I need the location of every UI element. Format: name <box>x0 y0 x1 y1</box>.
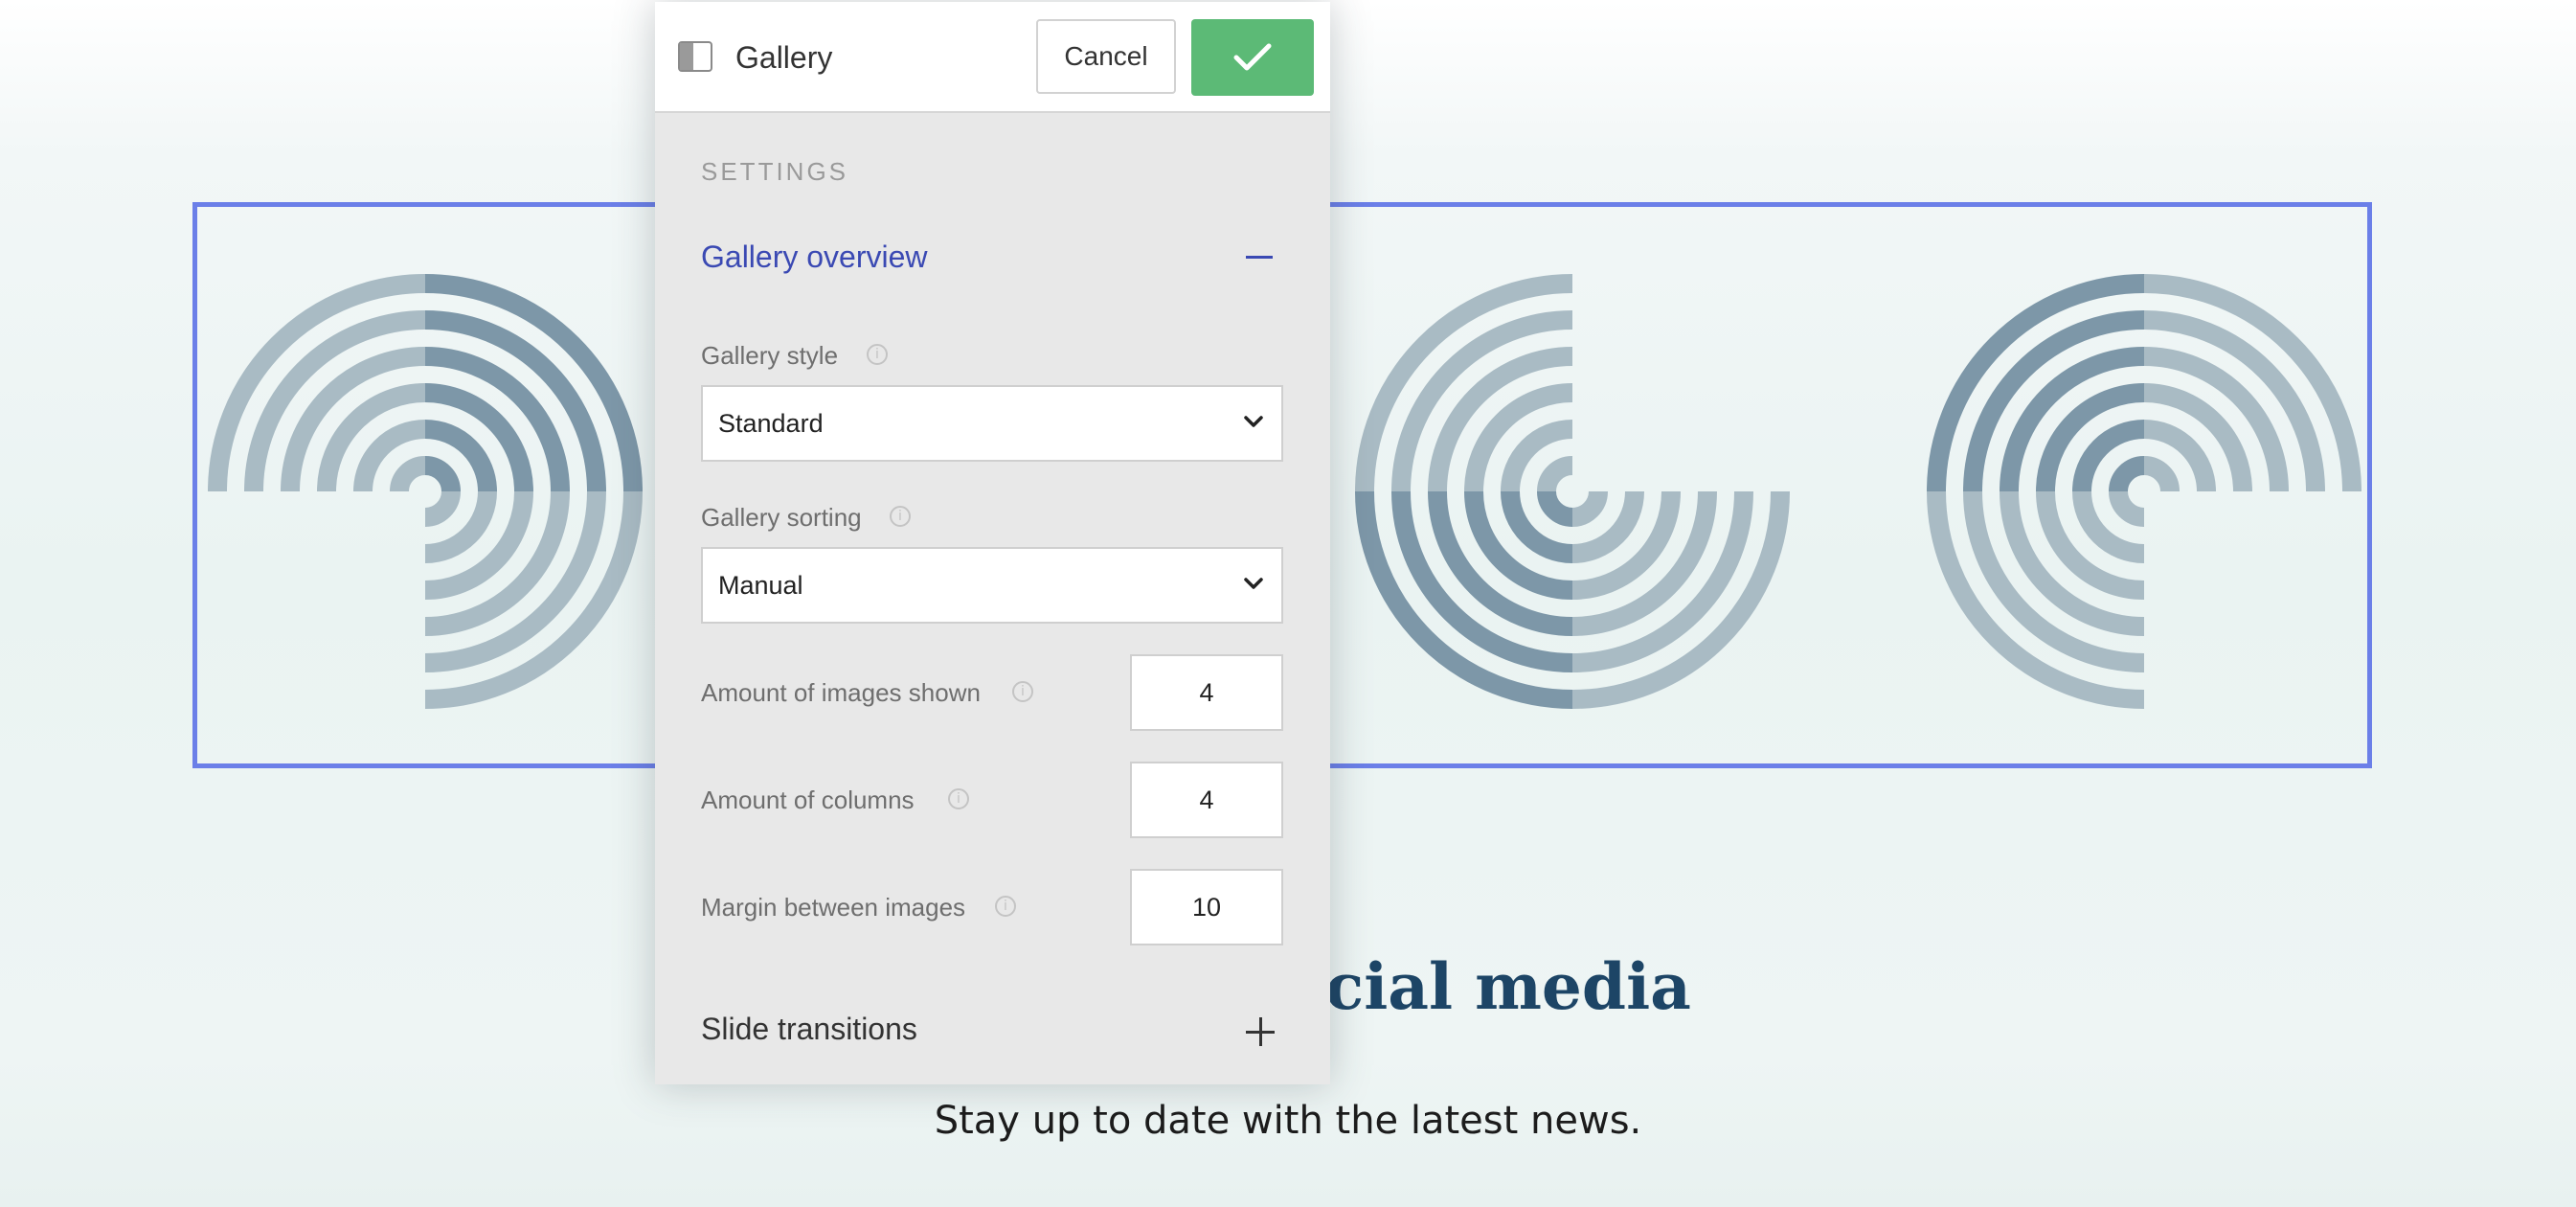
gallery-arc <box>1537 490 1573 527</box>
margin-input[interactable]: 10 <box>1130 869 1283 945</box>
gallery-arc <box>1571 490 1608 527</box>
images-shown-label: Amount of images shown <box>701 678 981 707</box>
gallery-sorting-label: Gallery sorting <box>701 503 862 532</box>
columns-input[interactable]: 4 <box>1130 762 1283 838</box>
gallery-arc <box>2143 456 2180 492</box>
chevron-down-icon <box>1244 416 1263 427</box>
gallery-arc <box>390 456 426 492</box>
cancel-button[interactable]: Cancel <box>1036 19 1176 94</box>
margin-label: Margin between images <box>701 893 966 922</box>
info-icon[interactable]: i <box>995 896 1016 917</box>
chevron-down-icon <box>1244 578 1263 589</box>
gallery-arc <box>424 490 461 527</box>
panel-header: Gallery Cancel <box>655 2 1330 113</box>
social-media-heading: ocial media <box>1283 949 1691 1024</box>
settings-section-label: SETTINGS <box>701 157 849 186</box>
info-icon[interactable]: i <box>867 344 888 365</box>
gallery-sorting-select[interactable]: Manual <box>701 547 1283 624</box>
gallery-arc <box>424 456 461 492</box>
slide-transitions-header[interactable]: Slide transitions <box>701 1008 917 1050</box>
gallery-settings-panel: Gallery Cancel SETTINGS Gallery overview… <box>655 2 1330 1084</box>
gallery-arc <box>2109 490 2145 527</box>
collapse-icon[interactable] <box>1246 256 1273 259</box>
gallery-style-value: Standard <box>718 409 824 438</box>
checkmark-icon <box>1233 43 1272 71</box>
expand-icon[interactable] <box>1246 1017 1275 1046</box>
gallery-sorting-value: Manual <box>718 571 803 600</box>
social-media-subtext: Stay up to date with the latest news. <box>934 1099 1642 1143</box>
sidebar-toggle-icon[interactable] <box>678 41 712 72</box>
gallery-arc <box>1537 456 1573 492</box>
info-icon[interactable]: i <box>1012 681 1033 702</box>
gallery-style-select[interactable]: Standard <box>701 385 1283 462</box>
columns-label: Amount of columns <box>701 786 915 814</box>
gallery-style-label: Gallery style <box>701 341 839 370</box>
confirm-button[interactable] <box>1191 19 1314 96</box>
images-shown-input[interactable]: 4 <box>1130 654 1283 731</box>
gallery-arc <box>2109 456 2145 492</box>
info-icon[interactable]: i <box>890 506 911 527</box>
panel-title: Gallery <box>735 40 833 75</box>
info-icon[interactable]: i <box>948 788 969 809</box>
gallery-overview-header[interactable]: Gallery overview <box>701 236 928 278</box>
